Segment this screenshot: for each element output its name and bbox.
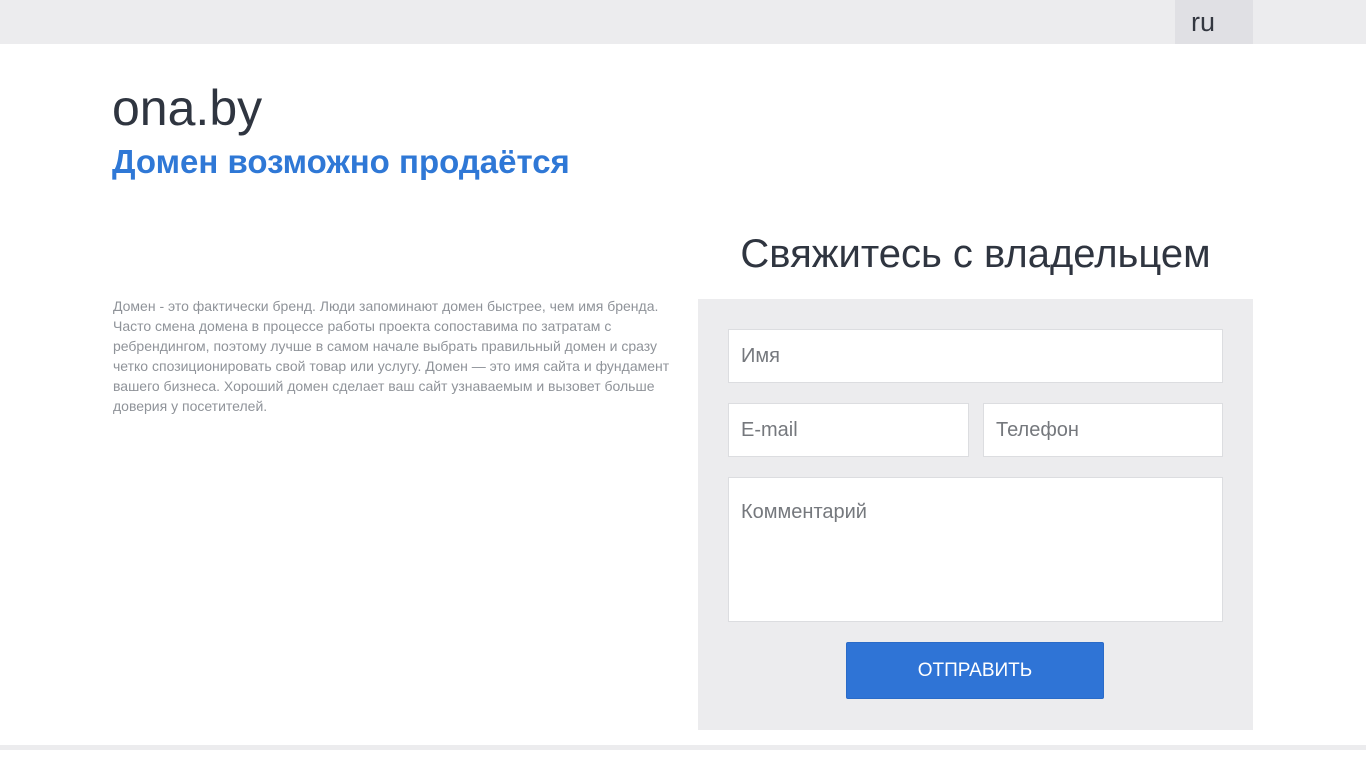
email-input[interactable]: [728, 403, 969, 457]
phone-input[interactable]: [983, 403, 1223, 457]
domain-description: Домен - это фактически бренд. Люди запом…: [113, 298, 670, 414]
for-sale-subtitle: Домен возможно продаётся: [112, 143, 570, 180]
contact-owner-title: Свяжитесь с владельцем: [740, 232, 1211, 276]
contact-form: Отправить: [698, 299, 1253, 730]
footer-divider: [0, 745, 1366, 750]
top-bar: ru: [0, 0, 1366, 44]
language-switcher[interactable]: ru: [1175, 0, 1253, 44]
name-input[interactable]: [728, 329, 1223, 383]
comment-textarea[interactable]: [728, 477, 1223, 622]
submit-button[interactable]: Отправить: [846, 642, 1104, 699]
domain-title: ona.by: [112, 80, 263, 136]
